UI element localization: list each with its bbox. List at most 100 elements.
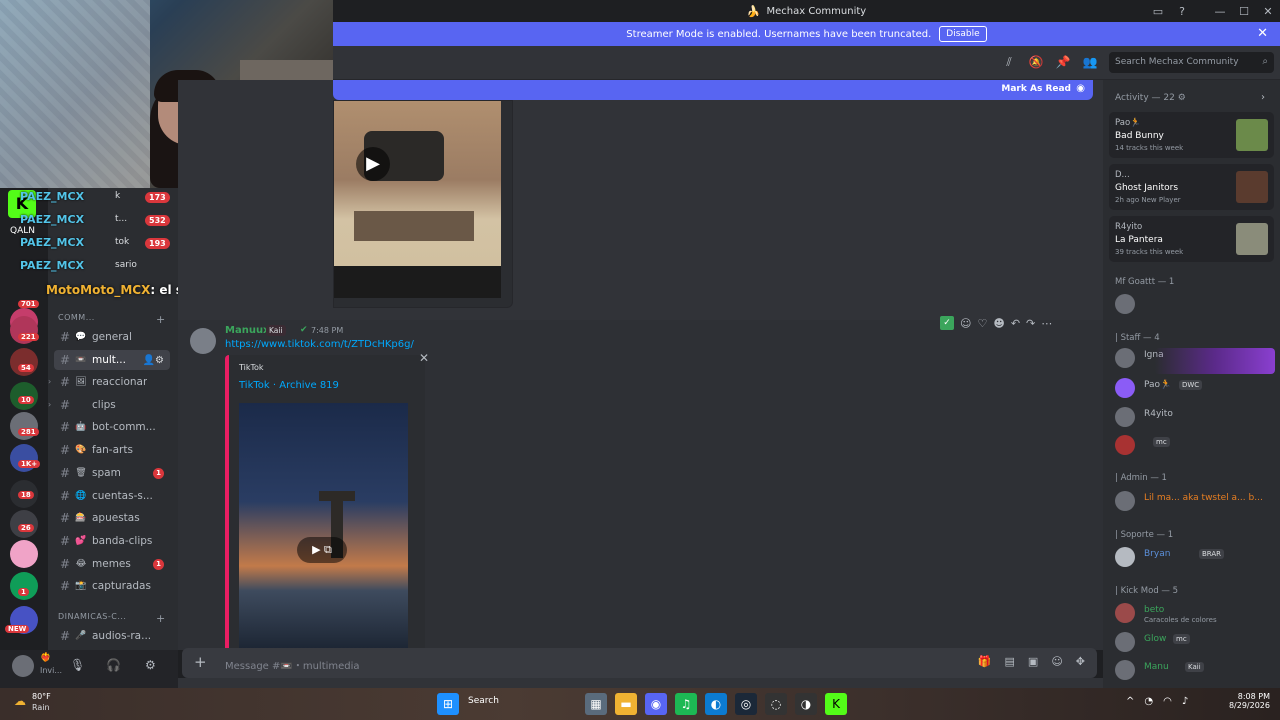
member-name: Bryan	[1144, 549, 1171, 559]
channel-label: mult...	[92, 354, 126, 366]
channel-banda-clips[interactable]: # 💕 banda-clips	[54, 531, 170, 551]
channel-settings-icon[interactable]: 👤⚙	[143, 355, 164, 366]
member-tag: mc	[1173, 634, 1190, 644]
member-item[interactable]: Lil ma... aka twstel a... b...	[1115, 491, 1275, 513]
sticker-icon[interactable]: ▣	[1028, 655, 1038, 668]
channel-bot-commands[interactable]: # 🤖 bot-comm...	[54, 417, 170, 437]
member-item[interactable]: Bryan BRAR	[1115, 547, 1275, 569]
category-dinamicas[interactable]: DINAMICAS-C... +	[58, 612, 165, 625]
avatar	[1115, 547, 1135, 567]
folder-icon[interactable]: ▬	[615, 693, 637, 715]
member-item[interactable]: beto Caracoles de colores	[1115, 603, 1275, 625]
channel-multimedia[interactable]: # 📼 mult... 👤⚙	[54, 350, 170, 370]
clock[interactable]: 8:08 PM 8/29/2026	[1220, 692, 1270, 710]
member-item[interactable]: Manu Kaii	[1115, 660, 1275, 682]
obs-icon[interactable]: ◌	[765, 693, 787, 715]
avatar[interactable]	[12, 655, 34, 677]
member-item[interactable]: Igna	[1115, 348, 1275, 374]
taskbar-search-label[interactable]: Search	[468, 696, 499, 706]
app-icon[interactable]: ▦	[585, 693, 607, 715]
channel-spam[interactable]: # 🗑 spam 1	[54, 463, 170, 483]
app-icon[interactable]: ◑	[795, 693, 817, 715]
emoji-reaction-icon[interactable]: ☺	[960, 317, 971, 330]
channel-cuentas[interactable]: # 🌐 cuentas-s...	[54, 486, 170, 506]
headphones-icon[interactable]: 🎧	[106, 658, 121, 672]
embed-video[interactable]: ▶ ⧉	[239, 403, 408, 650]
member-item[interactable]: mc	[1115, 435, 1275, 457]
member-item[interactable]: R4yito	[1115, 407, 1275, 429]
channel-general[interactable]: # 💬 general	[54, 327, 170, 347]
kick-app-icon[interactable]: K	[825, 693, 847, 715]
category-label: COMM...	[58, 313, 95, 322]
remove-embed-icon[interactable]: ✕	[419, 351, 429, 365]
mark-as-read-label[interactable]: Mark As Read	[1001, 84, 1071, 94]
network-icon[interactable]: ◔	[1144, 696, 1153, 707]
member-item[interactable]: Glow mc	[1115, 632, 1275, 654]
heart-reaction-icon[interactable]: ♡	[977, 317, 987, 330]
wifi-icon[interactable]: ◠	[1163, 696, 1172, 707]
channel-memes[interactable]: # 😂 memes 1	[54, 554, 170, 574]
search-input[interactable]: Search Mechax Community ⌕	[1109, 52, 1274, 73]
add-reaction-icon[interactable]: ☻	[993, 317, 1004, 330]
check-reaction-icon[interactable]: ✓	[940, 316, 954, 330]
tray-chevron-icon[interactable]: ^	[1126, 696, 1134, 707]
channel-clips[interactable]: # clips	[54, 395, 170, 415]
embed-title[interactable]: TikTok · Archive 819	[239, 380, 339, 391]
channel-reaccionar[interactable]: # 🖼 reaccionar	[54, 372, 170, 392]
microphone-icon[interactable]: 🎙	[70, 658, 85, 672]
member-list-icon[interactable]: 👥	[1082, 55, 1098, 70]
more-icon[interactable]: ⋯	[1041, 317, 1052, 330]
disable-streamer-button[interactable]: Disable	[939, 26, 987, 42]
minimize-button[interactable]: —	[1208, 5, 1232, 18]
inbox-icon[interactable]: ▭	[1146, 5, 1170, 18]
gif-icon[interactable]: ▤	[1005, 655, 1015, 668]
pin-icon[interactable]: 📌	[1055, 55, 1071, 70]
avatar[interactable]	[190, 328, 216, 354]
new-messages-bar[interactable]: Mark As Read ◉	[333, 80, 1093, 100]
apps-icon[interactable]: ✥	[1076, 655, 1085, 668]
gift-icon[interactable]: 🎁	[978, 655, 992, 668]
attach-plus-icon[interactable]: +	[194, 653, 207, 671]
message-author[interactable]: Manuux	[225, 325, 270, 336]
message-input[interactable]: + Message #📼・multimedia 🎁 ▤ ▣ ☺ ✥	[182, 648, 1097, 678]
add-channel-icon[interactable]: +	[156, 313, 166, 326]
add-channel-icon[interactable]: +	[156, 612, 166, 625]
message-link[interactable]: https://www.tiktok.com/t/ZTDcHKp6g/	[225, 339, 414, 350]
steam-icon[interactable]: ◎	[735, 693, 757, 715]
chevron-right-icon[interactable]: ›	[1261, 92, 1265, 103]
activity-card[interactable]: R4yito La Pantera 39 tracks this week	[1109, 216, 1274, 262]
activity-card[interactable]: D... Ghost Janitors 2h ago New Player	[1109, 164, 1274, 210]
video-embed: ▶	[333, 100, 513, 308]
server-icon[interactable]	[10, 540, 38, 568]
reply-icon[interactable]: ↶	[1011, 317, 1020, 330]
activity-header[interactable]: Activity — 22 ⚙ ›	[1115, 92, 1265, 103]
channel-fan-arts[interactable]: # 🎨 fan-arts	[54, 440, 170, 460]
volume-icon[interactable]: ♪	[1182, 696, 1188, 707]
video-thumbnail[interactable]: ▶	[334, 101, 501, 298]
maximize-button[interactable]: ☐	[1232, 5, 1256, 18]
play-icon[interactable]: ▶ ⧉	[297, 537, 347, 563]
notification-mute-icon[interactable]: 🔕	[1028, 55, 1044, 70]
member-item[interactable]: Pao🏃 DWC	[1115, 378, 1275, 400]
forward-icon[interactable]: ↷	[1026, 317, 1035, 330]
discord-icon[interactable]: ◉	[645, 693, 667, 715]
threads-icon[interactable]: ⫽	[1001, 55, 1017, 70]
play-icon[interactable]: ▶	[356, 147, 390, 181]
settings-gear-icon[interactable]: ⚙	[145, 658, 156, 672]
close-banner-icon[interactable]: ✕	[1257, 26, 1268, 41]
activity-card[interactable]: Pao🏃 Bad Bunny 14 tracks this week	[1109, 112, 1274, 158]
category-community[interactable]: COMM... +	[58, 313, 165, 326]
help-icon[interactable]: ?	[1170, 5, 1194, 18]
channel-capturadas[interactable]: # 📸 capturadas	[54, 576, 170, 596]
title-bar: 🍌 Mechax Community ▭ ? — ☐ ✕	[333, 0, 1280, 22]
emoji-icon[interactable]: ☺	[1051, 655, 1062, 668]
channel-header: ⫽ 🔕 📌 👥 Search Mechax Community ⌕	[333, 46, 1280, 80]
channel-apuestas[interactable]: # 🎰 apuestas	[54, 508, 170, 528]
start-icon[interactable]: ⊞	[437, 693, 459, 715]
edge-icon[interactable]: ◐	[705, 693, 727, 715]
close-window-button[interactable]: ✕	[1256, 5, 1280, 18]
channel-audios[interactable]: # 🎤 audios-ra...	[54, 626, 170, 646]
member-tag: Kaii	[1185, 662, 1204, 672]
spotify-icon[interactable]: ♫	[675, 693, 697, 715]
member-item[interactable]	[1115, 294, 1275, 316]
